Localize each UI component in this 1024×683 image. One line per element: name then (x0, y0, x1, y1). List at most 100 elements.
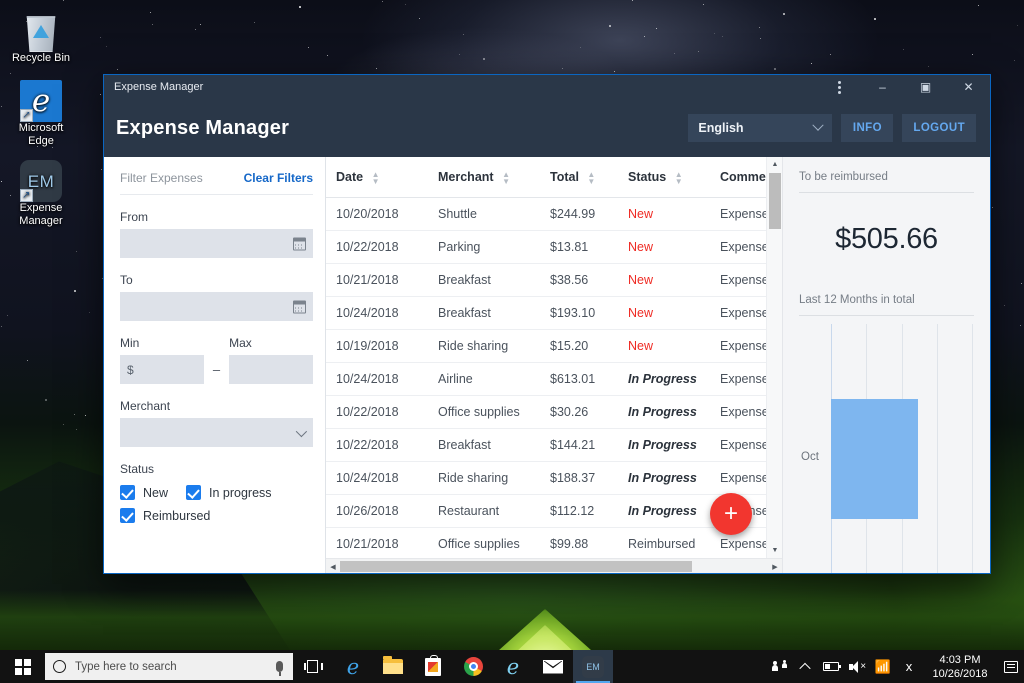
clock[interactable]: 4:03 PM 10/26/2018 (922, 653, 998, 681)
expenses-table: Date ▲▼ Merchant ▲▼ Total ▲▼ (326, 157, 766, 558)
taskbar-internet-explorer-button[interactable]: e (493, 650, 533, 683)
cell-status: In Progress (618, 362, 710, 395)
logout-button[interactable]: LOGOUT (902, 114, 976, 142)
table-row[interactable]: 10/22/2018Parking$13.81NewExpense fr (326, 230, 766, 263)
to-date-input[interactable] (120, 292, 313, 321)
table-row[interactable]: 10/22/2018Breakfast$144.21In ProgressExp… (326, 428, 766, 461)
column-header-status[interactable]: Status ▲▼ (618, 157, 710, 197)
cell-merchant: Breakfast (428, 428, 540, 461)
desktop-icon-recycle-bin[interactable]: Recycle Bin (4, 6, 78, 65)
scroll-left-icon[interactable]: ◀ (326, 559, 340, 574)
language-select[interactable]: English (688, 114, 832, 142)
speaker-mute-icon: × (849, 661, 865, 673)
status-badge: In Progress (628, 438, 697, 452)
taskbar-chrome-button[interactable] (453, 650, 493, 683)
desktop-icon-label: Recycle Bin (4, 52, 78, 65)
table-row[interactable]: 10/22/2018Office supplies$30.26In Progre… (326, 395, 766, 428)
shortcut-arrow-icon: ↗ (20, 109, 33, 122)
cell-total: $613.01 (540, 362, 618, 395)
task-view-button[interactable] (293, 650, 333, 683)
status-badge: In Progress (628, 504, 697, 518)
chart-bar[interactable] (831, 399, 918, 519)
checkbox-status-in-progress[interactable] (186, 485, 201, 500)
start-button[interactable] (0, 650, 45, 683)
search-input[interactable]: Type here to search (45, 653, 293, 680)
battery-button[interactable] (818, 650, 844, 683)
desktop-icon-expense-manager[interactable]: EM ↗ Expense Manager (4, 156, 78, 228)
info-button[interactable]: INFO (841, 114, 893, 142)
people-button[interactable] (766, 650, 792, 683)
close-icon: ✕ (963, 80, 973, 94)
table-row[interactable]: 10/19/2018Ride sharing$15.20NewExpense f… (326, 329, 766, 362)
cell-status: In Progress (618, 395, 710, 428)
taskbar-file-explorer-button[interactable] (373, 650, 413, 683)
cell-merchant: Breakfast (428, 296, 540, 329)
people-icon (771, 660, 787, 674)
desktop-icon-microsoft-edge[interactable]: e ↗ Microsoft Edge (4, 76, 78, 148)
window-titlebar[interactable]: Expense Manager – ▣ ✕ (104, 75, 990, 99)
column-label-merchant: Merchant (438, 170, 494, 184)
max-amount-input[interactable] (229, 355, 313, 384)
desktop-icon-label-line1: Expense (4, 202, 78, 215)
microphone-icon[interactable] (276, 661, 283, 672)
horizontal-scroll-thumb[interactable] (340, 561, 692, 572)
checkbox-status-new[interactable] (120, 485, 135, 500)
merchant-select[interactable] (120, 418, 313, 447)
shortcut-arrow-icon: ↗ (20, 189, 33, 202)
table-row[interactable]: 10/21/2018Breakfast$38.56NewExpense fr (326, 263, 766, 296)
table-row[interactable]: 10/21/2018Office supplies$99.88Reimburse… (326, 527, 766, 558)
add-expense-button[interactable]: + (710, 493, 752, 535)
cell-comment: Expense fr (710, 197, 766, 230)
page-title: Expense Manager (116, 117, 688, 140)
column-header-comment[interactable]: Comment ▲▼ (710, 157, 766, 197)
min-amount-value: $ (127, 363, 134, 377)
column-header-total[interactable]: Total ▲▼ (540, 157, 618, 197)
window-maximize-button[interactable]: ▣ (904, 75, 947, 99)
taskbar-edge-button[interactable]: e (333, 650, 373, 683)
calendar-icon[interactable] (293, 237, 306, 250)
edge-icon: e ↗ (4, 76, 78, 122)
calendar-icon[interactable] (293, 300, 306, 313)
table-row[interactable]: 10/24/2018Airline$613.01In ProgressExpen… (326, 362, 766, 395)
network-button[interactable]: 📶 (870, 650, 896, 683)
clock-time: 4:03 PM (926, 653, 994, 667)
table-row[interactable]: 10/24/2018Ride sharing$188.37In Progress… (326, 461, 766, 494)
cell-date: 10/22/2018 (326, 428, 428, 461)
expense-manager-icon: EM ↗ (4, 156, 78, 202)
cell-status: New (618, 197, 710, 230)
bluetooth-button[interactable]: x (896, 650, 922, 683)
clear-filters-link[interactable]: Clear Filters (244, 171, 313, 185)
action-center-button[interactable] (998, 650, 1024, 683)
column-header-merchant[interactable]: Merchant ▲▼ (428, 157, 540, 197)
window-minimize-button[interactable]: – (861, 75, 904, 99)
taskbar-expense-manager-button[interactable]: EM (573, 650, 613, 683)
status-checkbox-row-2: Reimbursed (120, 508, 313, 523)
status-badge: In Progress (628, 471, 697, 485)
column-header-date[interactable]: Date ▲▼ (326, 157, 428, 197)
volume-button[interactable]: × (844, 650, 870, 683)
filter-panel-title: Filter Expenses (120, 171, 203, 185)
table-row[interactable]: 10/20/2018Shuttle$244.99NewExpense fr (326, 197, 766, 230)
minimize-icon: – (879, 80, 886, 94)
scroll-up-icon[interactable]: ▲ (767, 157, 783, 172)
cell-merchant: Ride sharing (428, 461, 540, 494)
window-close-button[interactable]: ✕ (947, 75, 990, 99)
table-vertical-scrollbar[interactable]: ▲ ▼ (766, 157, 782, 558)
range-dash: – (213, 362, 220, 384)
min-amount-input[interactable]: $ (120, 355, 204, 384)
expenses-table-viewport: Date ▲▼ Merchant ▲▼ Total ▲▼ (326, 157, 766, 558)
show-hidden-icons-button[interactable] (792, 650, 818, 683)
sort-icon: ▲▼ (675, 171, 683, 185)
taskbar-mail-button[interactable] (533, 650, 573, 683)
scroll-right-icon[interactable]: ▶ (768, 559, 782, 574)
window-menu-button[interactable] (818, 75, 861, 99)
taskbar-store-button[interactable] (413, 650, 453, 683)
table-horizontal-scrollbar[interactable]: ◀ ▶ (326, 558, 782, 573)
chart-heading: Last 12 Months in total (799, 294, 974, 316)
scroll-down-icon[interactable]: ▼ (767, 543, 783, 558)
vertical-scroll-thumb[interactable] (769, 173, 781, 229)
from-date-input[interactable] (120, 229, 313, 258)
table-row[interactable]: 10/24/2018Breakfast$193.10NewExpense fr (326, 296, 766, 329)
table-row[interactable]: 10/26/2018Restaurant$112.12In ProgressEx… (326, 494, 766, 527)
checkbox-status-reimbursed[interactable] (120, 508, 135, 523)
